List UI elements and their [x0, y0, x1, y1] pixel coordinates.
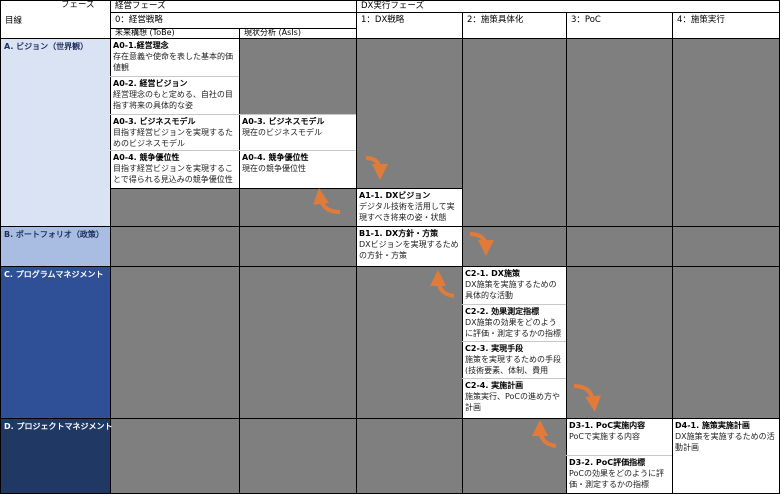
arrow-a0-to-a1	[365, 156, 388, 180]
arrow-d3-back-to-c2	[532, 420, 557, 448]
arrow-c2-to-d3	[573, 384, 602, 412]
arrow-c2-back-to-b1	[430, 270, 455, 298]
arrow-a1-back-to-a0	[313, 188, 341, 214]
arrow-a1-to-b1	[469, 232, 494, 256]
dx-framework-diagram: フェーズ 目線 経営フェーズ DX実行フェーズ 0：経営戦略 未来構想 (ToB…	[0, 0, 780, 494]
flow-arrows	[313, 156, 602, 448]
